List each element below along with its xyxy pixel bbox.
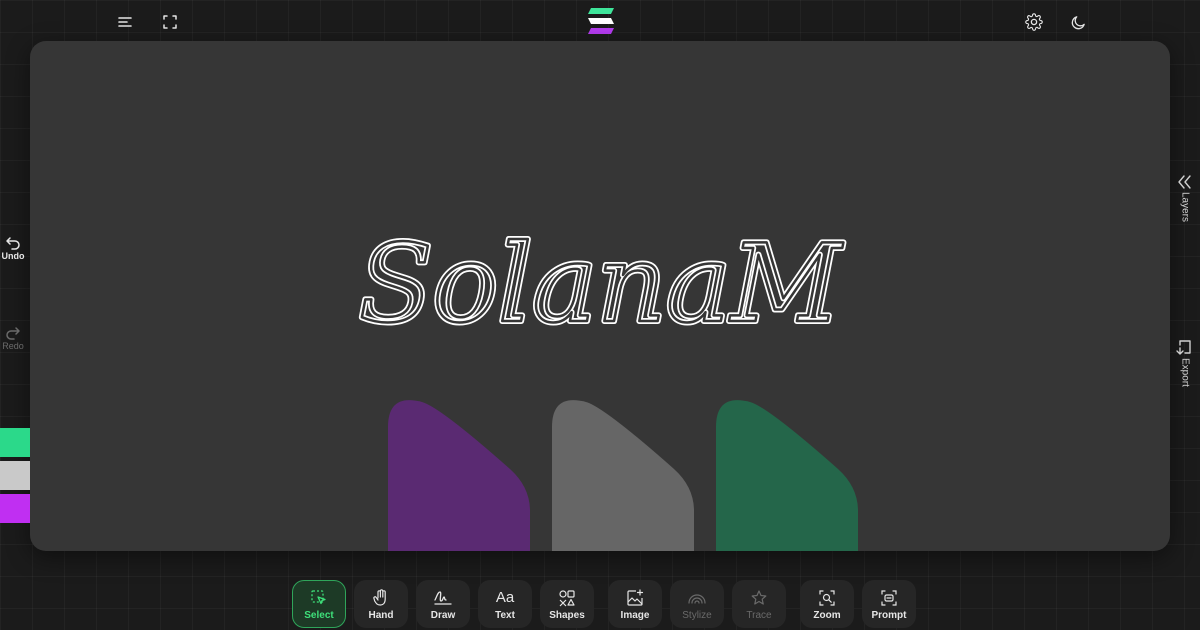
tool-draw[interactable]: Draw (416, 580, 470, 628)
app-logo (588, 8, 614, 34)
tool-prompt[interactable]: Prompt (862, 580, 916, 628)
tool-text[interactable]: Aa Text (478, 580, 532, 628)
shapes-icon (559, 589, 575, 606)
image-plus-icon (627, 588, 644, 606)
theme-toggle-button[interactable] (1064, 8, 1092, 36)
text-aa-icon: Aa (495, 589, 515, 606)
layers-panel-tab[interactable]: Layers (1170, 174, 1200, 222)
undo-button[interactable]: Undo (0, 236, 26, 261)
rainbow-icon (688, 593, 706, 604)
fullscreen-button[interactable] (156, 8, 184, 36)
redo-button[interactable]: Redo (0, 326, 26, 351)
export-panel-tab[interactable]: Export (1170, 338, 1200, 387)
tool-trace[interactable]: Trace (732, 580, 786, 628)
zoom-icon (819, 589, 835, 606)
export-icon (1176, 340, 1191, 355)
star-sparkle-icon (751, 589, 767, 605)
swatch-purple[interactable] (0, 494, 30, 523)
green-tab-shape[interactable] (716, 400, 858, 551)
menu-lines-icon (118, 17, 132, 27)
tool-image[interactable]: Image (608, 580, 662, 628)
signature-text-inner: SolanaM (359, 222, 844, 347)
export-label: Export (1179, 358, 1191, 387)
tool-shapes[interactable]: Shapes (540, 580, 594, 628)
settings-button[interactable] (1020, 8, 1048, 36)
tool-select[interactable]: Select (292, 580, 346, 628)
swatch-green[interactable] (0, 428, 30, 457)
purple-tab-shape[interactable] (388, 400, 530, 551)
fullscreen-icon (163, 15, 177, 29)
tool-hand[interactable]: Hand (354, 580, 408, 628)
undo-icon (6, 237, 20, 250)
moon-icon (1071, 15, 1085, 29)
menu-button[interactable] (111, 8, 139, 36)
tool-stylize[interactable]: Stylize (670, 580, 724, 628)
prompt-icon (881, 589, 897, 606)
tool-zoom[interactable]: Zoom (800, 580, 854, 628)
bottom-toolbar: Select Hand Draw Aa Text Shapes Image St… (292, 580, 916, 628)
signature-pen-icon (434, 590, 452, 605)
swatch-gray[interactable] (0, 461, 30, 490)
drawing-canvas[interactable]: SolanaM SolanaM (30, 41, 1170, 551)
redo-label: Redo (2, 341, 24, 351)
gray-tab-shape[interactable] (552, 400, 694, 551)
layers-label: Layers (1179, 192, 1191, 223)
hand-icon (373, 588, 386, 606)
redo-icon (6, 327, 20, 340)
chevrons-left-icon (1178, 175, 1191, 189)
undo-label: Undo (1, 251, 25, 261)
canvas-artwork: SolanaM SolanaM (356, 219, 858, 551)
select-cursor-icon (311, 589, 326, 604)
gear-icon (1025, 13, 1043, 31)
